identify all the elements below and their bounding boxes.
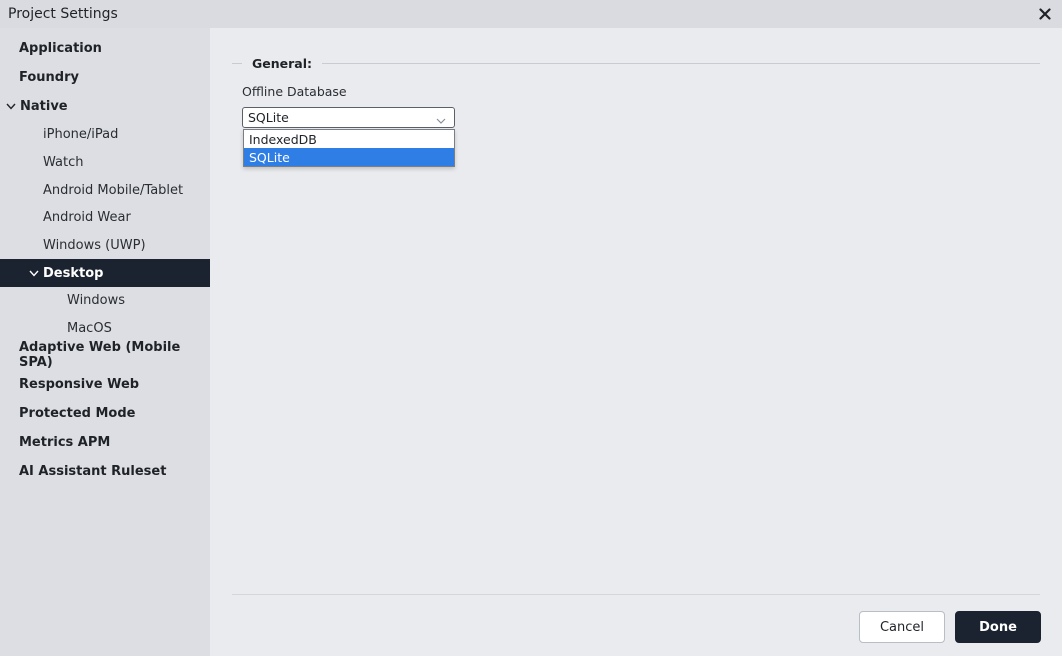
sidebar-item-windows-uwp[interactable]: Windows (UWP) bbox=[0, 231, 210, 259]
sidebar-item-label: Protected Mode bbox=[19, 405, 136, 421]
close-icon[interactable] bbox=[1036, 5, 1054, 23]
sidebar-item-label: AI Assistant Ruleset bbox=[19, 463, 167, 479]
sidebar-item-label: Android Mobile/Tablet bbox=[43, 182, 184, 198]
section-title: General: bbox=[252, 56, 312, 71]
select-value: SQLite bbox=[248, 110, 289, 125]
sidebar-item-label: Windows (UWP) bbox=[43, 237, 146, 253]
sidebar-item-application[interactable]: Application bbox=[0, 34, 210, 62]
sidebar-item-label: iPhone/iPad bbox=[43, 126, 119, 142]
sidebar: Application Foundry Native iPhone/iPad W… bbox=[0, 28, 210, 656]
title-bar: Project Settings bbox=[0, 0, 1062, 28]
done-button[interactable]: Done bbox=[955, 611, 1041, 643]
sidebar-item-label: Desktop bbox=[43, 265, 104, 281]
sidebar-item-label: Watch bbox=[43, 154, 84, 170]
sidebar-item-label: Adaptive Web (Mobile SPA) bbox=[19, 340, 181, 370]
sidebar-item-label: Native bbox=[20, 98, 68, 114]
sidebar-item-responsive-web[interactable]: Responsive Web bbox=[0, 370, 210, 398]
chevron-down-icon[interactable] bbox=[27, 266, 41, 280]
sidebar-item-label: Android Wear bbox=[43, 209, 131, 225]
sidebar-item-android-mobile-tablet[interactable]: Android Mobile/Tablet bbox=[0, 176, 210, 204]
chevron-down-icon[interactable] bbox=[4, 99, 18, 113]
sidebar-item-label: MacOS bbox=[67, 320, 112, 336]
sidebar-item-label: Application bbox=[19, 40, 102, 56]
option-sqlite[interactable]: SQLite bbox=[244, 148, 454, 166]
offline-database-dropdown: IndexedDB SQLite bbox=[243, 129, 455, 167]
chevron-down-icon[interactable] bbox=[436, 113, 446, 124]
footer-divider bbox=[232, 594, 1040, 595]
sidebar-item-desktop[interactable]: Desktop bbox=[0, 259, 210, 287]
sidebar-item-foundry[interactable]: Foundry bbox=[0, 63, 210, 91]
sidebar-item-label: Foundry bbox=[19, 69, 79, 85]
sidebar-item-native[interactable]: Native bbox=[0, 92, 210, 120]
sidebar-item-windows[interactable]: Windows bbox=[0, 286, 210, 314]
sidebar-item-adaptive-web[interactable]: Adaptive Web (Mobile SPA) bbox=[0, 340, 210, 370]
sidebar-item-iphone-ipad[interactable]: iPhone/iPad bbox=[0, 120, 210, 148]
sidebar-item-watch[interactable]: Watch bbox=[0, 148, 210, 176]
section-divider bbox=[322, 63, 1040, 64]
option-indexeddb[interactable]: IndexedDB bbox=[244, 130, 454, 148]
sidebar-item-protected-mode[interactable]: Protected Mode bbox=[0, 399, 210, 427]
sidebar-item-macos[interactable]: MacOS bbox=[0, 314, 210, 342]
section-divider bbox=[232, 63, 242, 64]
window-title: Project Settings bbox=[8, 6, 118, 22]
settings-panel: General: Offline Database SQLite Indexed… bbox=[210, 28, 1062, 656]
sidebar-item-label: Windows bbox=[67, 292, 126, 308]
sidebar-item-metrics-apm[interactable]: Metrics APM bbox=[0, 428, 210, 456]
sidebar-item-label: Metrics APM bbox=[19, 434, 111, 450]
offline-database-select[interactable]: SQLite bbox=[242, 107, 455, 128]
sidebar-item-ai-assistant-ruleset[interactable]: AI Assistant Ruleset bbox=[0, 457, 210, 485]
cancel-button[interactable]: Cancel bbox=[859, 611, 945, 643]
sidebar-item-android-wear[interactable]: Android Wear bbox=[0, 203, 210, 231]
sidebar-item-label: Responsive Web bbox=[19, 376, 140, 392]
offline-database-label: Offline Database bbox=[242, 84, 347, 99]
